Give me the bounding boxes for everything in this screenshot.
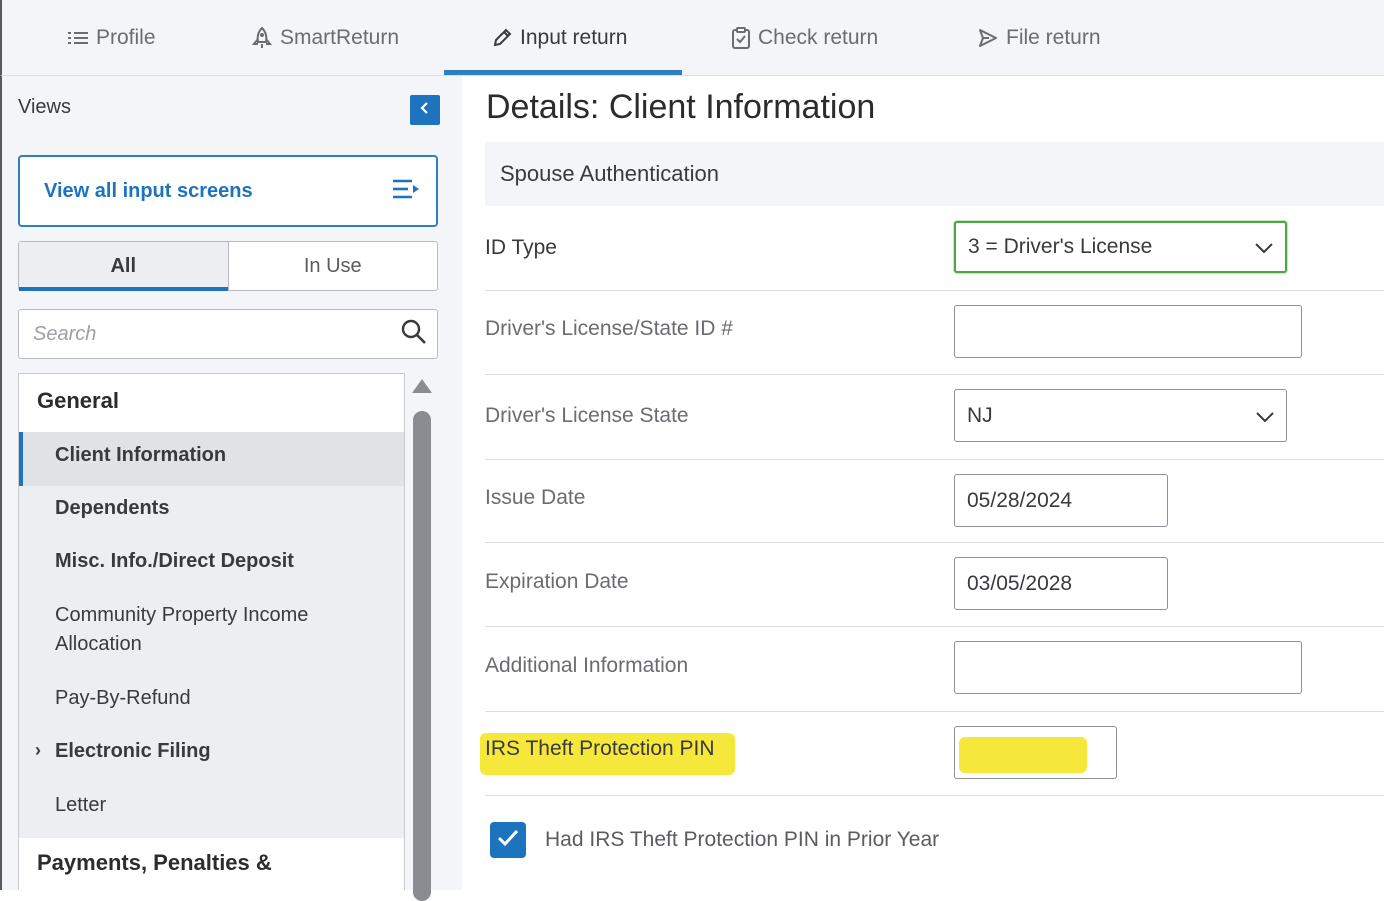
row-irs-theft-protection-pin: IRS Theft Protection PIN [480, 711, 1384, 796]
search-input[interactable] [31, 321, 375, 347]
id-type-select[interactable]: 3 = Driver's License [954, 221, 1287, 273]
active-tab-indicator [444, 70, 682, 75]
details-panel: Details: Client Information Spouse Authe… [462, 76, 1384, 890]
tree-item-letter[interactable]: Letter [55, 791, 106, 820]
row-license-number: Driver's License/State ID # [485, 290, 1384, 375]
tree-group-general[interactable]: General [37, 388, 119, 414]
license-state-select[interactable]: NJ [954, 389, 1287, 442]
issue-date-label: Issue Date [485, 486, 586, 509]
license-state-value: NJ [967, 403, 993, 427]
chevron-left-icon [420, 101, 430, 119]
tab-input-return[interactable]: Input return [492, 0, 627, 76]
row-license-state: Driver's License State NJ [485, 374, 1384, 460]
tree-item-client-information[interactable]: Client Information [55, 441, 226, 470]
row-additional-information: Additional Information [485, 626, 1384, 712]
input-screen-tree: General Client Information Dependents Mi… [18, 373, 405, 890]
tab-check-return[interactable]: Check return [732, 0, 878, 76]
view-all-label: View all input screens [44, 179, 253, 202]
page-title: Details: Client Information [486, 88, 876, 126]
expiration-date-label: Expiration Date [485, 570, 629, 593]
section-header-spouse-authentication: Spouse Authentication [485, 142, 1384, 206]
tree-item-electronic-filing[interactable]: Electronic Filing [55, 737, 211, 766]
tree-item-misc-info-direct-deposit[interactable]: Misc. Info./Direct Deposit [55, 547, 294, 576]
tab-label: Check return [758, 26, 879, 49]
row-issue-date: Issue Date 05/28/2024 [485, 459, 1384, 543]
scrollbar-thumb[interactable] [413, 411, 431, 901]
issue-date-input[interactable]: 05/28/2024 [954, 474, 1168, 527]
tree-item-community-property-line2[interactable]: Allocation [55, 630, 142, 659]
views-panel: Views View all input screens All In Use … [0, 76, 462, 901]
tab-label: File return [1006, 26, 1101, 49]
clipboard-check-icon [732, 27, 750, 49]
tree-item-pay-by-refund[interactable]: Pay-By-Refund [55, 684, 191, 713]
search-box [18, 309, 438, 359]
chevron-right-icon[interactable]: › [35, 740, 41, 761]
license-state-label: Driver's License State [485, 404, 689, 427]
row-expiration-date: Expiration Date 03/05/2028 [485, 542, 1384, 627]
view-all-input-screens-button[interactable]: View all input screens [18, 155, 438, 227]
top-nav: Profile SmartReturn Input return Check r… [0, 0, 1384, 76]
segment-in-use[interactable]: In Use [227, 242, 438, 290]
views-label: Views [18, 96, 71, 118]
chevron-down-icon [1255, 235, 1273, 259]
pin-redaction-highlight [959, 737, 1087, 773]
irs-pin-label: IRS Theft Protection PIN [485, 737, 715, 760]
prior-year-pin-checkbox[interactable] [490, 822, 526, 858]
license-number-input[interactable] [954, 305, 1302, 358]
checkmark-icon [497, 829, 519, 852]
list-expand-icon [392, 178, 422, 205]
list-icon [68, 30, 88, 46]
send-icon [978, 28, 998, 48]
irs-pin-input[interactable] [954, 726, 1117, 779]
expiration-date-input[interactable]: 03/05/2028 [954, 557, 1168, 610]
tree-scrollbar[interactable] [408, 373, 436, 901]
collapse-panel-button[interactable] [410, 95, 440, 125]
segment-all[interactable]: All [19, 242, 228, 291]
tab-file-return[interactable]: File return [978, 0, 1101, 76]
row-id-type: ID Type 3 = Driver's License [485, 206, 1384, 291]
tab-label: Profile [96, 26, 156, 49]
filter-segmented-control: All In Use [18, 241, 438, 291]
tab-label: SmartReturn [280, 26, 400, 49]
tab-profile[interactable]: Profile [68, 0, 156, 76]
scroll-up-arrow-icon[interactable] [412, 379, 432, 393]
tab-smartreturn[interactable]: SmartReturn [252, 0, 399, 76]
additional-information-input[interactable] [954, 641, 1302, 694]
tab-label: Input return [520, 26, 628, 49]
id-type-value: 3 = Driver's License [968, 235, 1153, 258]
search-icon[interactable] [401, 319, 427, 350]
license-number-label: Driver's License/State ID # [485, 317, 733, 340]
prior-year-pin-label[interactable]: Had IRS Theft Protection PIN in Prior Ye… [545, 828, 939, 852]
id-type-label: ID Type [485, 236, 557, 259]
rocket-icon [252, 27, 272, 49]
tree-item-dependents[interactable]: Dependents [55, 494, 169, 523]
additional-information-label: Additional Information [485, 654, 689, 677]
tree-item-community-property[interactable]: Community Property Income [55, 601, 308, 630]
pencil-icon [492, 28, 512, 48]
tree-group-payments-penalties[interactable]: Payments, Penalties & [37, 850, 272, 876]
chevron-down-icon [1256, 404, 1274, 428]
